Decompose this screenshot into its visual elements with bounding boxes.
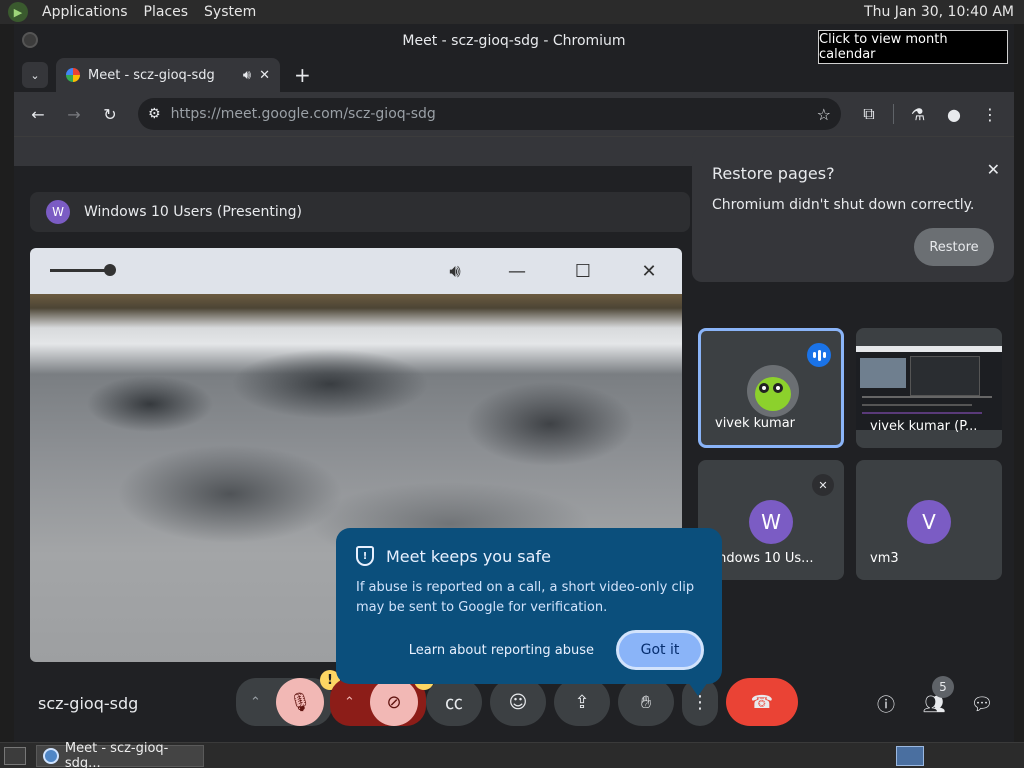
hang-up-icon: ☎︎ (750, 691, 774, 713)
taskbar-window-item[interactable]: Meet - scz-gioq-sdg... (36, 741, 204, 768)
taskbar-item-label: Meet - scz-gioq-sdg... (64, 740, 169, 768)
presenter-label: Windows 10 Users (Presenting) (84, 204, 302, 220)
meeting-code: scz-gioq-sdg (38, 694, 139, 713)
chromium-icon (43, 747, 59, 764)
avatar (747, 365, 799, 417)
tab-search-button[interactable]: ⌄ (22, 62, 48, 88)
toolbar-divider (893, 104, 894, 124)
safety-tooltip: ! Meet keeps you safe If abuse is report… (336, 528, 722, 696)
meeting-info-icon[interactable]: ⓘ (870, 688, 902, 720)
mic-options-chevron-icon[interactable]: ⌃ (250, 695, 261, 710)
raise-hand-button[interactable]: ✋︎ (618, 678, 674, 726)
player-controls: 🔊︎ — ☐ ✕ (30, 248, 682, 294)
participant-tile[interactable]: vivek kumar (P... (856, 328, 1002, 448)
participant-tile[interactable]: vivek kumar (698, 328, 844, 448)
clock-tooltip: Click to view month calendar (818, 30, 1008, 64)
screen-share-thumbnail (856, 346, 1002, 430)
shield-icon: ! (356, 546, 374, 566)
window-title: Meet - scz-gioq-sdg - Chromium (402, 33, 626, 49)
tab-title: Meet - scz-gioq-sdg (88, 67, 215, 83)
browser-menu-icon[interactable]: ⋮ (974, 98, 1006, 130)
browser-window: Meet - scz-gioq-sdg - Chromium ⌄ Meet - … (14, 24, 1014, 742)
chat-icon[interactable]: 💬︎ (966, 688, 998, 720)
workspace-switcher[interactable] (896, 746, 924, 766)
panel-clock[interactable]: Thu Jan 30, 10:40 AM (858, 0, 1020, 24)
close-icon[interactable]: ✕ (987, 160, 1000, 179)
labs-flask-icon[interactable]: ⚗︎ (902, 98, 934, 130)
back-button[interactable]: ← (22, 98, 54, 130)
speaking-indicator-icon (807, 343, 831, 367)
participant-name: vivek kumar (P... (870, 419, 978, 434)
presenter-avatar: W (46, 200, 70, 224)
present-button[interactable]: ⇪ (554, 678, 610, 726)
captions-button[interactable]: ㏄ (426, 678, 482, 726)
top-panel: ▶ Applications Places System Thu Jan 30,… (0, 0, 1024, 24)
places-menu[interactable]: Places (136, 4, 197, 20)
mic-off-icon: ✕ (812, 474, 834, 496)
got-it-button[interactable]: Got it (616, 630, 704, 670)
url-scheme-host: https://meet.google.com (170, 106, 344, 122)
avatar: W (749, 500, 793, 544)
participants-count-badge: 5 (932, 676, 954, 698)
mic-group: ⌃ 🎙︎ ! (236, 670, 340, 726)
new-tab-button[interactable]: + (294, 63, 311, 87)
avatar: V (907, 500, 951, 544)
bookmark-star-icon[interactable]: ☆ (817, 105, 831, 124)
browser-toolbar: ← → ↻ ⚙︎ https://meet.google.com/scz-gio… (14, 92, 1014, 136)
restore-pages-dialog: Restore pages? Chromium didn't shut down… (692, 148, 1014, 282)
address-bar[interactable]: ⚙︎ https://meet.google.com/scz-gioq-sdg … (138, 98, 841, 130)
maximize-icon[interactable]: ☐ (568, 256, 598, 286)
volume-slider-knob[interactable] (104, 264, 116, 276)
window-menu-button[interactable] (22, 32, 38, 48)
close-player-icon[interactable]: ✕ (634, 256, 664, 286)
restore-message: Chromium didn't shut down correctly. (712, 197, 975, 213)
speaker-icon[interactable]: 🔊︎ (243, 68, 251, 83)
applications-menu[interactable]: Applications (34, 4, 136, 20)
restore-title: Restore pages? (712, 164, 835, 183)
captions-icon: ㏄ (445, 693, 463, 714)
restore-button[interactable]: Restore (914, 228, 994, 266)
volume-slider[interactable] (50, 264, 116, 276)
minimize-icon[interactable]: — (502, 256, 532, 286)
url-path: /scz-gioq-sdg (343, 106, 436, 122)
participant-tile[interactable]: V vm3 (856, 460, 1002, 580)
safety-title: Meet keeps you safe (386, 546, 551, 566)
reactions-button[interactable]: ☺ (490, 678, 546, 726)
presenter-banner[interactable]: W Windows 10 Users (Presenting) (30, 192, 690, 232)
present-screen-icon: ⇪ (574, 691, 590, 713)
distro-logo-icon[interactable]: ▶ (8, 2, 28, 22)
forward-button[interactable]: → (58, 98, 90, 130)
participant-name: vm3 (870, 551, 899, 566)
camera-options-chevron-icon[interactable]: ⌃ (344, 695, 355, 710)
reload-button[interactable]: ↻ (94, 98, 126, 130)
learn-reporting-link[interactable]: Learn about reporting abuse (409, 643, 594, 658)
close-tab-icon[interactable]: ✕ (259, 68, 270, 83)
camera-button[interactable]: ⊘ (370, 678, 418, 726)
taskbar: Meet - scz-gioq-sdg... (0, 741, 1024, 768)
system-menu[interactable]: System (196, 4, 264, 20)
hand-icon: ✋︎ (640, 691, 652, 713)
emoji-icon: ☺ (508, 691, 528, 713)
site-info-icon[interactable]: ⚙︎ (148, 106, 161, 122)
volume-icon[interactable]: 🔊︎ (440, 256, 470, 286)
safety-body: If abuse is reported on a call, a short … (356, 580, 695, 615)
profile-icon[interactable]: ● (938, 98, 970, 130)
end-call-button[interactable]: ☎︎ (726, 678, 798, 726)
participant-name: vivek kumar (715, 416, 795, 431)
tab-meet[interactable]: Meet - scz-gioq-sdg 🔊︎ ✕ (56, 58, 280, 92)
mic-button[interactable]: 🎙︎ (276, 678, 324, 726)
meet-favicon-icon (66, 68, 80, 82)
camera-group: ⌃ ⊘ ! (330, 670, 434, 726)
extensions-icon[interactable]: ⧉ (853, 98, 885, 130)
show-desktop-button[interactable] (4, 746, 26, 765)
